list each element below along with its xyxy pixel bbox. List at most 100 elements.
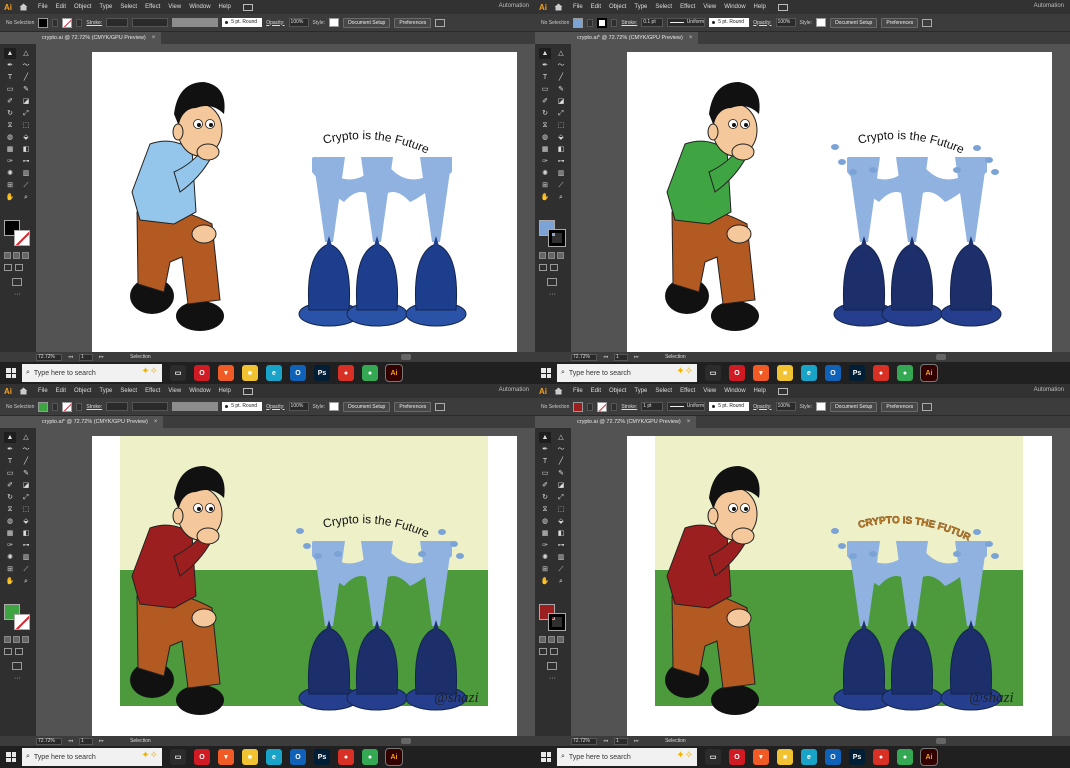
- copilot-sparkle-icon[interactable]: ✦✧: [141, 366, 158, 377]
- stroke-color-swatch[interactable]: [597, 17, 608, 28]
- windows-start-icon[interactable]: [541, 752, 551, 762]
- brush-definition-field[interactable]: 5 pt. Round: [222, 18, 263, 27]
- shape-builder-tool-icon[interactable]: ◍: [4, 516, 16, 527]
- menu-effect[interactable]: Effect: [145, 388, 160, 394]
- color-mode-icon[interactable]: [539, 636, 546, 643]
- blend-tool-icon[interactable]: ⊶: [555, 540, 567, 551]
- menu-select[interactable]: Select: [655, 4, 672, 10]
- width-tool-icon[interactable]: ⧖: [539, 120, 551, 131]
- color-mode-icon[interactable]: [539, 252, 546, 259]
- graph-tool-icon[interactable]: ▥: [20, 168, 32, 179]
- menu-file[interactable]: File: [38, 388, 48, 394]
- width-tool-icon[interactable]: ⧖: [4, 504, 16, 515]
- menu-object[interactable]: Object: [609, 4, 626, 10]
- width-profile-box[interactable]: [132, 18, 169, 27]
- stroke-panel-link[interactable]: Stroke:: [621, 20, 637, 26]
- direct-selection-tool-icon[interactable]: △: [20, 432, 32, 443]
- workspace-switcher-icon[interactable]: [242, 3, 253, 11]
- stroke-dropdown[interactable]: [611, 402, 618, 411]
- mesh-tool-icon[interactable]: ▦: [4, 144, 16, 155]
- document-setup-button[interactable]: Document Setup: [343, 17, 391, 28]
- menu-edit[interactable]: Edit: [56, 4, 66, 10]
- menu-view[interactable]: View: [168, 388, 181, 394]
- mesh-tool-icon[interactable]: ▦: [539, 144, 551, 155]
- artboard-tool-icon[interactable]: ⊞: [4, 180, 16, 191]
- workspace-switcher-icon[interactable]: [777, 3, 788, 11]
- eyedropper-tool-icon[interactable]: ✑: [4, 540, 16, 551]
- fill-dropdown[interactable]: [587, 18, 594, 27]
- horizontal-scrollbar[interactable]: [401, 738, 411, 744]
- uniform-profile-box[interactable]: Uniform: [667, 18, 706, 27]
- stroke-color-swatch[interactable]: [62, 401, 73, 412]
- rotate-tool-icon[interactable]: ↻: [4, 492, 16, 503]
- opacity-panel-link[interactable]: Opacity:: [753, 404, 771, 410]
- shape-builder-tool-icon[interactable]: ◍: [539, 132, 551, 143]
- workspace-mode-label[interactable]: Automation: [1034, 3, 1064, 9]
- illustrator-logo-icon[interactable]: Ai: [539, 387, 547, 396]
- artboard[interactable]: CRYPTO IS THE FUTURE@shazi: [627, 436, 1052, 736]
- edge-icon[interactable]: e: [266, 749, 282, 765]
- rectangle-tool-icon[interactable]: ▭: [4, 468, 16, 479]
- zoom-tool-icon[interactable]: ⌕: [555, 192, 567, 203]
- workspace-switcher-icon[interactable]: [777, 387, 788, 395]
- graph-tool-icon[interactable]: ▥: [555, 168, 567, 179]
- selection-tool-icon[interactable]: ▲: [539, 432, 551, 443]
- rectangle-tool-icon[interactable]: ▭: [4, 84, 16, 95]
- align-icon[interactable]: [435, 402, 446, 411]
- screen-mode-icon[interactable]: [547, 662, 557, 670]
- opacity-panel-link[interactable]: Opacity:: [266, 404, 284, 410]
- home-icon[interactable]: [551, 385, 565, 397]
- menu-help[interactable]: Help: [754, 388, 766, 394]
- outlook-icon[interactable]: O: [290, 365, 306, 381]
- illustrator-icon[interactable]: Ai: [385, 364, 403, 382]
- paintbrush-tool-icon[interactable]: ✎: [555, 84, 567, 95]
- artboard-tool-icon[interactable]: ⊞: [539, 564, 551, 575]
- line-tool-icon[interactable]: ╱: [555, 456, 567, 467]
- draw-behind-icon[interactable]: [15, 648, 23, 655]
- gradient-mode-icon[interactable]: [13, 636, 20, 643]
- selection-tool-icon[interactable]: ▲: [539, 48, 551, 59]
- edge-icon[interactable]: e: [266, 365, 282, 381]
- stroke-panel-link[interactable]: Stroke:: [86, 20, 102, 26]
- width-tool-icon[interactable]: ⧖: [539, 504, 551, 515]
- eyedropper-tool-icon[interactable]: ✑: [539, 540, 551, 551]
- more-tools-icon[interactable]: ···: [549, 291, 556, 298]
- artboard-prev-icon[interactable]: ◂◂: [603, 354, 608, 360]
- eyedropper-tool-icon[interactable]: ✑: [539, 156, 551, 167]
- pen-tool-icon[interactable]: ✒: [539, 60, 551, 71]
- photoshop-icon[interactable]: Ps: [849, 749, 865, 765]
- menu-type[interactable]: Type: [634, 388, 647, 394]
- fill-color-swatch[interactable]: [573, 17, 584, 28]
- copilot-sparkle-icon[interactable]: ✦✧: [676, 366, 693, 377]
- width-profile-box[interactable]: [132, 402, 169, 411]
- type-tool-icon[interactable]: T: [4, 456, 16, 467]
- variable-width-profile[interactable]: [132, 402, 219, 411]
- artboard[interactable]: Crypto is the Future: [92, 52, 517, 352]
- shaper-tool-icon[interactable]: ✐: [4, 480, 16, 491]
- screen-mode-icon[interactable]: [12, 278, 22, 286]
- task-view-icon[interactable]: ▭: [705, 749, 721, 765]
- brush-profile-box[interactable]: [172, 402, 219, 411]
- selection-tool-icon[interactable]: ▲: [4, 48, 16, 59]
- scale-tool-icon[interactable]: ⤢: [555, 108, 567, 119]
- variable-width-profile[interactable]: Uniform: [667, 402, 706, 411]
- windows-start-icon[interactable]: [6, 752, 16, 762]
- chrome-red-icon[interactable]: ●: [873, 365, 889, 381]
- zoom-tool-icon[interactable]: ⌕: [20, 576, 32, 587]
- draw-normal-icon[interactable]: [539, 264, 547, 271]
- menu-help[interactable]: Help: [219, 4, 231, 10]
- gradient-mode-icon[interactable]: [548, 252, 555, 259]
- brave-icon[interactable]: ▼: [753, 365, 769, 381]
- artboard-next-icon[interactable]: ▸▸: [634, 354, 639, 360]
- task-view-icon[interactable]: ▭: [170, 365, 186, 381]
- graph-tool-icon[interactable]: ▥: [20, 552, 32, 563]
- eraser-tool-icon[interactable]: ◪: [555, 480, 567, 491]
- menu-view[interactable]: View: [168, 4, 181, 10]
- brush-definition-field[interactable]: 5 pt. Round: [222, 402, 263, 411]
- windows-start-icon[interactable]: [541, 368, 551, 378]
- fill-dropdown[interactable]: [587, 402, 594, 411]
- artboard-prev-icon[interactable]: ◂◂: [603, 738, 608, 744]
- taskbar-search-box[interactable]: ⌕ Type here to search ✦✧: [557, 748, 697, 766]
- selection-tool-icon[interactable]: ▲: [4, 432, 16, 443]
- document-tab[interactable]: crypto.ai* @ 72.72% (CMYK/GPU Preview) ×: [36, 416, 164, 428]
